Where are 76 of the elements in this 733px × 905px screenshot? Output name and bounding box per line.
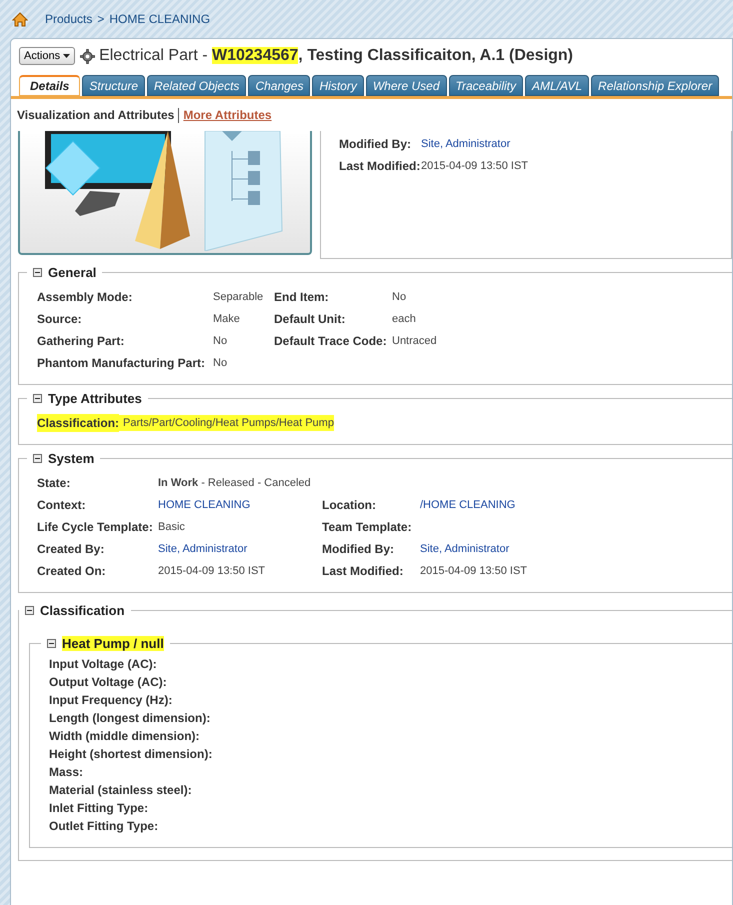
tab[interactable]: Traceability [448, 75, 523, 96]
field-link[interactable]: HOME CLEANING [158, 499, 322, 511]
subnav-link[interactable]: More Attributes [183, 108, 272, 122]
subnav-link[interactable]: Visualization and Attributes [17, 108, 174, 122]
tab[interactable]: History [312, 75, 364, 96]
field-label: Context: [37, 498, 87, 512]
actions-button[interactable]: Actions [19, 47, 76, 65]
field-value: Untraced [392, 335, 438, 347]
field-value: Parts/Part/Cooling/Heat Pumps/Heat Pump [119, 415, 334, 431]
field-label: Assembly Mode: [37, 290, 134, 304]
field-label: Created By: [37, 542, 106, 556]
field-value: each [392, 313, 417, 325]
gear-icon [80, 48, 96, 64]
attribute-label: Input Frequency (Hz): [49, 692, 174, 709]
attribute-label: Input Voltage (AC): [49, 656, 158, 673]
field-value: Separable [213, 291, 264, 303]
field-value: Make [213, 313, 241, 325]
field-label: Last Modified: [322, 564, 404, 578]
field-label: Phantom Manufacturing Part: [37, 356, 206, 370]
field-value: No [213, 357, 228, 369]
collapse-icon[interactable] [33, 454, 42, 463]
field-link[interactable]: Site, Administrator [158, 543, 322, 555]
field-label: Modified By: [339, 137, 412, 151]
field-value: 2015-04-09 13:50 IST [421, 160, 528, 172]
field-label: Classification: [37, 414, 120, 432]
section-title: Type Attributes [48, 391, 142, 406]
attribute-label: Length (longest dimension): [49, 710, 212, 727]
home-icon[interactable] [12, 12, 28, 26]
attribute-label: Material (stainless steel): [49, 782, 193, 799]
tab[interactable]: Related Objects [147, 75, 246, 96]
tab[interactable]: AML/AVL [525, 75, 590, 96]
field-value: 2015-04-09 13:50 IST [420, 565, 528, 577]
section-title: General [48, 265, 96, 280]
attribute-label: Outlet Fitting Type: [49, 818, 160, 835]
field-label: Last Modified: [339, 159, 421, 173]
field-label: Modified By: [322, 542, 395, 556]
field-link[interactable]: /HOME CLEANING [420, 499, 580, 511]
user-link[interactable]: Site, Administrator [421, 138, 510, 150]
field-label: State: [37, 476, 72, 490]
tab[interactable]: Details [19, 75, 80, 96]
attribute-label: Output Voltage (AC): [49, 674, 168, 691]
collapse-icon[interactable] [33, 394, 42, 403]
breadcrumb-separator: > [97, 12, 104, 26]
attribute-label: Width (middle dimension): [49, 728, 201, 745]
field-label: Default Trace Code: [274, 334, 388, 348]
caret-icon [63, 54, 70, 58]
collapse-icon[interactable] [47, 639, 56, 648]
collapse-icon[interactable] [25, 606, 34, 615]
tab[interactable]: Where Used [366, 75, 447, 96]
subsection-title: Heat Pump / null [62, 636, 164, 651]
collapse-icon[interactable] [33, 268, 42, 277]
attribute-label: Height (shortest dimension): [49, 746, 214, 763]
field-value: 2015-04-09 13:50 IST [158, 565, 266, 577]
attribute-label: Inlet Fitting Type: [49, 800, 150, 817]
field-value: No [392, 291, 408, 303]
field-label: Location: [322, 498, 377, 512]
section-title: System [48, 451, 94, 466]
field-label: Gathering Part: [37, 334, 126, 348]
field-value: No [213, 335, 228, 347]
breadcrumb-link[interactable]: HOME CLEANING [109, 12, 210, 26]
breadcrumb-link[interactable]: Products [45, 12, 92, 26]
field-value: Basic [158, 521, 186, 533]
field-label: Default Unit: [274, 312, 346, 326]
field-label: End Item: [274, 290, 330, 304]
tab[interactable]: Changes [248, 75, 310, 96]
field-link[interactable]: Site, Administrator [420, 543, 580, 555]
field-value: In Work - Released - Canceled [158, 477, 312, 489]
field-label: Team Template: [322, 520, 413, 534]
attribute-label: Mass: [49, 764, 84, 781]
tab[interactable]: Structure [82, 75, 146, 96]
page-title: Electrical Part - W10234567, Testing Classificaiton, A.1 (Design) [99, 47, 574, 65]
field-label: Created On: [37, 564, 107, 578]
tab[interactable]: Relationship Explorer [591, 75, 720, 96]
field-label: Source: [37, 312, 83, 326]
section-title: Classification [40, 603, 125, 618]
field-label: Life Cycle Template: [37, 520, 154, 534]
